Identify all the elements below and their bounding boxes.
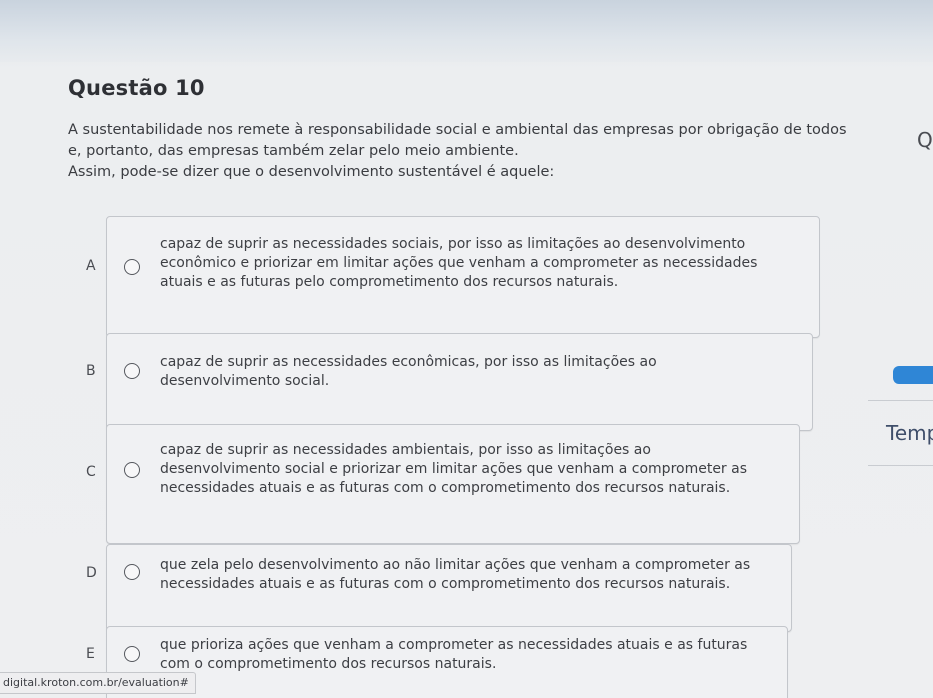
option-a-text: capaz de suprir as necessidades sociais,… — [160, 235, 757, 292]
option-d-radio[interactable] — [124, 564, 140, 580]
option-text-line: atuais e as futuras pelo comprometimento… — [160, 274, 619, 290]
option-b-letter: B — [86, 363, 96, 379]
option-c-text: capaz de suprir as necessidades ambienta… — [160, 441, 747, 498]
option-text-line: necessidades atuais e as futuras com o c… — [160, 576, 731, 592]
option-text-line: econômico e priorizar em limitar ações q… — [160, 255, 758, 271]
statement-line: Assim, pode-se dizer que o desenvolvimen… — [68, 164, 555, 180]
sidebar-progress-button[interactable] — [893, 366, 933, 384]
statement-line: e, portanto, das empresas também zelar p… — [68, 143, 519, 159]
option-text-line: capaz de suprir as necessidades econômic… — [160, 354, 657, 370]
exam-page: Questão 10 A sustentabilidade nos remete… — [0, 0, 933, 698]
option-text-line: desenvolvimento social. — [160, 373, 330, 389]
status-bar-url: digital.kroton.com.br/evaluation# — [0, 672, 196, 694]
option-a-letter: A — [86, 258, 96, 274]
option-text-line: que prioriza ações que venham a comprome… — [160, 637, 748, 653]
option-text-line: desenvolvimento social e priorizar em li… — [160, 461, 748, 477]
option-c-radio[interactable] — [124, 462, 140, 478]
option-a-radio[interactable] — [124, 259, 140, 275]
option-text-line: capaz de suprir as necessidades ambienta… — [160, 442, 651, 458]
question-statement: A sustentabilidade nos remete à responsa… — [68, 120, 868, 183]
option-d-text: que zela pelo desenvolvimento ao não lim… — [160, 556, 750, 594]
option-e-text: que prioriza ações que venham a comprome… — [160, 636, 747, 674]
sidebar-divider — [868, 465, 933, 466]
option-d-letter: D — [86, 565, 97, 581]
option-text-line: com o comprometimento dos recursos natur… — [160, 656, 497, 672]
option-text-line: necessidades atuais e as futuras com o c… — [160, 480, 731, 496]
option-b-text: capaz de suprir as necessidades econômic… — [160, 353, 657, 391]
question-title: Questão 10 — [68, 76, 205, 100]
sidebar-timer-label: Temp — [886, 421, 933, 445]
option-e-letter: E — [86, 646, 95, 662]
option-text-line: capaz de suprir as necessidades sociais,… — [160, 236, 746, 252]
sidebar-divider — [868, 400, 933, 401]
option-text-line: que zela pelo desenvolvimento ao não lim… — [160, 557, 751, 573]
option-e-radio[interactable] — [124, 646, 140, 662]
statement-line: A sustentabilidade nos remete à responsa… — [68, 122, 847, 138]
top-header-band — [0, 0, 933, 62]
option-b-radio[interactable] — [124, 363, 140, 379]
option-c-letter: C — [86, 464, 96, 480]
sidebar-question-label: Q — [917, 128, 933, 152]
